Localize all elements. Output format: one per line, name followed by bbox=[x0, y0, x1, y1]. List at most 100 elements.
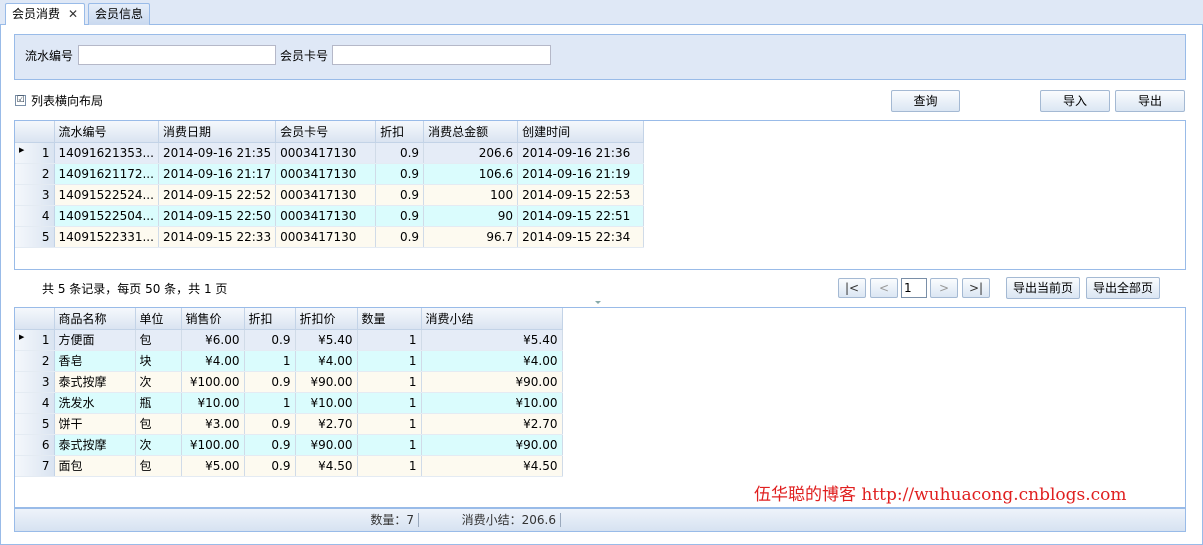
cell[interactable]: 洗发水 bbox=[54, 392, 136, 414]
cell[interactable]: 次 bbox=[135, 371, 182, 393]
cell[interactable]: ¥3.00 bbox=[181, 413, 245, 435]
prev-page-button[interactable]: < bbox=[870, 278, 898, 298]
cell[interactable]: 0003417130 bbox=[275, 184, 377, 206]
cell[interactable]: ¥4.00 bbox=[181, 350, 245, 372]
cell[interactable]: 1 bbox=[357, 371, 422, 393]
cell[interactable]: ¥2.70 bbox=[421, 413, 563, 435]
cell[interactable]: 0.9 bbox=[375, 142, 425, 164]
row-header[interactable]: 6 bbox=[15, 434, 55, 456]
row-header[interactable]: 3 bbox=[15, 184, 55, 206]
row-header[interactable]: 2 bbox=[15, 163, 55, 185]
cell[interactable]: ¥6.00 bbox=[181, 329, 245, 351]
serial-input[interactable] bbox=[78, 45, 276, 65]
cell[interactable]: 包 bbox=[135, 455, 182, 477]
table-row[interactable]: 5 饼干 包 ¥3.00 0.9 ¥2.70 1 ¥2.70 bbox=[15, 413, 563, 435]
cell[interactable]: 0.9 bbox=[244, 371, 296, 393]
cell[interactable]: 90 bbox=[423, 205, 519, 227]
cell[interactable]: ¥10.00 bbox=[181, 392, 245, 414]
cell[interactable]: 0003417130 bbox=[275, 226, 377, 248]
row-header[interactable]: 7 bbox=[15, 455, 55, 477]
table-row[interactable]: 2 14091621172... 2014-09-16 21:17 000341… bbox=[15, 163, 645, 185]
cell[interactable]: 1 bbox=[357, 329, 422, 351]
table-row[interactable]: 5 14091522331... 2014-09-15 22:33 000341… bbox=[15, 226, 645, 248]
import-button[interactable]: 导入 bbox=[1040, 90, 1110, 112]
cell[interactable]: 14091522331... bbox=[54, 226, 159, 248]
card-input[interactable] bbox=[332, 45, 551, 65]
cell[interactable]: ¥5.00 bbox=[181, 455, 245, 477]
table-row[interactable]: 7 面包 包 ¥5.00 0.9 ¥4.50 1 ¥4.50 bbox=[15, 455, 563, 477]
cell[interactable]: 0.9 bbox=[244, 413, 296, 435]
export-button[interactable]: 导出 bbox=[1115, 90, 1185, 112]
close-icon[interactable]: ✕ bbox=[68, 7, 78, 21]
cell[interactable]: 2014-09-16 21:36 bbox=[517, 142, 645, 164]
table-row[interactable]: ▶ 1 方便面 包 ¥6.00 0.9 ¥5.40 1 ¥5.40 bbox=[15, 329, 563, 351]
cell[interactable]: ¥90.00 bbox=[421, 434, 563, 456]
cell[interactable]: ¥10.00 bbox=[421, 392, 563, 414]
cell[interactable]: 0.9 bbox=[375, 184, 425, 206]
cell[interactable]: ¥100.00 bbox=[181, 434, 245, 456]
cell[interactable]: ¥4.50 bbox=[421, 455, 563, 477]
cell[interactable]: 1 bbox=[244, 392, 296, 414]
cell[interactable]: ¥90.00 bbox=[421, 371, 563, 393]
table-row[interactable]: 3 泰式按摩 次 ¥100.00 0.9 ¥90.00 1 ¥90.00 bbox=[15, 371, 563, 393]
cell[interactable]: ¥90.00 bbox=[295, 371, 358, 393]
row-header[interactable]: ▶ 1 bbox=[15, 142, 55, 164]
row-header[interactable]: ▶ 1 bbox=[15, 329, 55, 351]
cell[interactable]: ¥10.00 bbox=[295, 392, 358, 414]
row-header[interactable]: 2 bbox=[15, 350, 55, 372]
cell[interactable]: 2014-09-15 22:51 bbox=[517, 205, 645, 227]
cell[interactable]: 瓶 bbox=[135, 392, 182, 414]
cell[interactable]: 面包 bbox=[54, 455, 136, 477]
cell[interactable]: 包 bbox=[135, 413, 182, 435]
column-header[interactable]: 创建时间 bbox=[517, 121, 645, 143]
table-row[interactable]: 3 14091522524... 2014-09-15 22:52 000341… bbox=[15, 184, 645, 206]
cell[interactable]: 0.9 bbox=[244, 329, 296, 351]
table-row[interactable]: 4 14091522504... 2014-09-15 22:50 000341… bbox=[15, 205, 645, 227]
cell[interactable]: 96.7 bbox=[423, 226, 519, 248]
row-header[interactable]: 5 bbox=[15, 413, 55, 435]
cell[interactable]: 0003417130 bbox=[275, 163, 377, 185]
column-header[interactable]: 数量 bbox=[357, 308, 422, 330]
cell[interactable]: 100 bbox=[423, 184, 519, 206]
cell[interactable]: 14091522504... bbox=[54, 205, 159, 227]
cell[interactable]: 次 bbox=[135, 434, 182, 456]
cell[interactable]: 2014-09-15 22:52 bbox=[158, 184, 277, 206]
cell[interactable]: ¥4.50 bbox=[295, 455, 358, 477]
cell[interactable]: 0003417130 bbox=[275, 142, 377, 164]
column-header[interactable]: 消费总金额 bbox=[423, 121, 519, 143]
cell[interactable]: 0.9 bbox=[375, 205, 425, 227]
column-header[interactable]: 销售价 bbox=[181, 308, 245, 330]
row-header[interactable]: 4 bbox=[15, 392, 55, 414]
cell[interactable]: 1 bbox=[357, 434, 422, 456]
cell[interactable]: ¥4.00 bbox=[421, 350, 563, 372]
cell[interactable]: 2014-09-15 22:50 bbox=[158, 205, 277, 227]
cell[interactable]: 泰式按摩 bbox=[54, 371, 136, 393]
row-header[interactable]: 5 bbox=[15, 226, 55, 248]
column-header[interactable]: 折扣 bbox=[244, 308, 296, 330]
export-current-page-button[interactable]: 导出当前页 bbox=[1006, 277, 1080, 299]
cell[interactable]: ¥5.40 bbox=[421, 329, 563, 351]
column-header[interactable]: 商品名称 bbox=[54, 308, 136, 330]
cell[interactable]: 1 bbox=[357, 392, 422, 414]
cell[interactable]: 0.9 bbox=[244, 434, 296, 456]
cell[interactable]: 2014-09-16 21:17 bbox=[158, 163, 277, 185]
export-all-pages-button[interactable]: 导出全部页 bbox=[1086, 277, 1160, 299]
cell[interactable]: 1 bbox=[357, 413, 422, 435]
splitter-handle-icon[interactable] bbox=[595, 301, 601, 304]
page-number-input[interactable]: 1 bbox=[901, 278, 927, 298]
cell[interactable]: 2014-09-16 21:19 bbox=[517, 163, 645, 185]
column-header[interactable]: 会员卡号 bbox=[275, 121, 377, 143]
query-button[interactable]: 查询 bbox=[891, 90, 960, 112]
column-header[interactable]: 折扣价 bbox=[295, 308, 358, 330]
layout-checkbox[interactable]: ☑ bbox=[15, 95, 26, 106]
cell[interactable]: ¥90.00 bbox=[295, 434, 358, 456]
cell[interactable]: 2014-09-15 22:33 bbox=[158, 226, 277, 248]
cell[interactable]: 14091621353... bbox=[54, 142, 159, 164]
cell[interactable]: 1 bbox=[357, 455, 422, 477]
cell[interactable]: 泰式按摩 bbox=[54, 434, 136, 456]
cell[interactable]: 14091621172... bbox=[54, 163, 159, 185]
tab-member-consumption[interactable]: 会员消费 ✕ bbox=[5, 3, 86, 26]
cell[interactable]: ¥5.40 bbox=[295, 329, 358, 351]
cell[interactable]: 2014-09-15 22:34 bbox=[517, 226, 645, 248]
cell[interactable]: 206.6 bbox=[423, 142, 519, 164]
